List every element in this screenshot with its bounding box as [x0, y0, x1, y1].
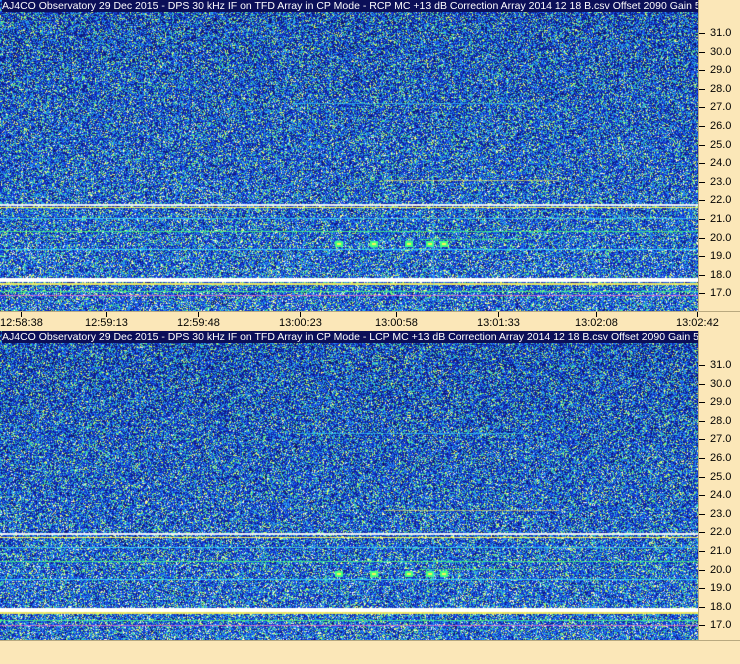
y-tick-label: 23.0: [710, 175, 732, 188]
y-tick: [699, 476, 705, 478]
lcp-title: AJ4CO Observatory 29 Dec 2015 - DPS 30 k…: [2, 331, 710, 343]
rcp-spectrogram[interactable]: AJ4CO Observatory 29 Dec 2015 - DPS 30 k…: [0, 0, 712, 311]
radio-spectrogram-app: AJ4CO Observatory 29 Dec 2015 - DPS 30 k…: [0, 0, 740, 664]
y-tick-label: 30.0: [710, 377, 732, 390]
y-tick: [699, 181, 705, 183]
y-tick-label: 22.0: [710, 526, 732, 539]
y-tick: [699, 420, 705, 422]
lcp-frequency-axis: 31.0 30.0 29.0 28.0 27.0 26.0 25.0 24.0 23.0 22.0…: [698, 331, 740, 640]
y-tick-label: 19.0: [710, 250, 732, 263]
y-tick: [699, 51, 705, 53]
y-tick: [699, 256, 705, 258]
y-tick: [699, 274, 705, 276]
y-tick: [699, 551, 705, 552]
y-tick: [699, 383, 705, 385]
y-tick-label: 18.0: [710, 600, 732, 613]
x-tick-label: 13:02:42: [676, 317, 719, 329]
y-tick: [699, 200, 705, 202]
y-tick-label: 18.0: [710, 268, 732, 281]
y-tick: [699, 107, 705, 109]
y-tick: [699, 532, 705, 534]
y-tick: [699, 402, 705, 404]
x-tick-label: 13:01:33: [477, 317, 520, 329]
x-tick-label: 13:00:23: [279, 317, 322, 329]
y-tick-label: 17.0: [710, 619, 732, 632]
y-tick-label: 31.0: [710, 359, 732, 371]
x-tick-label: 12:59:48: [177, 317, 220, 329]
y-tick-label: 24.0: [710, 489, 732, 502]
y-tick: [699, 569, 705, 571]
y-tick: [699, 588, 705, 590]
rcp-frequency-axis: 31.0 30.0 29.0 28.0 27.0 26.0 25.0 24.0 23.0 22.0…: [698, 0, 740, 311]
y-tick-label: 29.0: [710, 64, 732, 77]
y-tick: [699, 513, 705, 515]
y-tick-label: 28.0: [710, 82, 732, 95]
x-tick-label: 12:58:38: [0, 317, 43, 329]
y-tick-label: 26.0: [710, 452, 732, 464]
time-axis: 12:58:38 12:59:13 12:59:48 13:00:23 13:00:58…: [0, 311, 740, 332]
y-tick-label: 19.0: [710, 582, 732, 595]
rcp-title: AJ4CO Observatory 29 Dec 2015 - DPS 30 k…: [2, 0, 712, 12]
lcp-spectrogram-canvas: [0, 331, 698, 640]
y-tick-label: 20.0: [710, 231, 732, 244]
y-tick-label: 23.0: [710, 507, 732, 520]
y-tick-label: 21.0: [710, 545, 732, 557]
y-tick-label: 31.0: [710, 27, 732, 39]
x-tick-label: 13:00:58: [375, 317, 418, 329]
y-tick: [699, 495, 705, 497]
y-tick: [699, 458, 705, 459]
y-tick-label: 22.0: [710, 194, 732, 207]
y-tick-label: 25.0: [710, 138, 732, 151]
lcp-spectrogram-panel: AJ4CO Observatory 29 Dec 2015 - DPS 30 k…: [0, 331, 740, 640]
rcp-spectrogram-panel: AJ4CO Observatory 29 Dec 2015 - DPS 30 k…: [0, 0, 740, 311]
y-tick: [699, 293, 705, 295]
y-tick: [699, 70, 705, 72]
y-tick: [699, 126, 705, 127]
y-tick: [699, 88, 705, 90]
bottom-margin-strip: [0, 640, 740, 664]
y-tick-label: 28.0: [710, 414, 732, 427]
rcp-spectrogram-canvas: [0, 0, 698, 311]
x-tick-label: 12:59:13: [85, 317, 128, 329]
y-tick: [699, 219, 705, 220]
y-tick: [699, 33, 705, 34]
y-tick: [699, 163, 705, 165]
y-tick-label: 26.0: [710, 120, 732, 132]
y-tick: [699, 625, 705, 627]
y-tick-label: 29.0: [710, 396, 732, 409]
y-tick: [699, 365, 705, 366]
y-tick-label: 24.0: [710, 157, 732, 170]
x-tick-label: 13:02:08: [575, 317, 618, 329]
y-tick: [699, 237, 705, 239]
y-tick-label: 17.0: [710, 287, 732, 300]
y-tick-label: 21.0: [710, 213, 732, 225]
lcp-spectrogram[interactable]: AJ4CO Observatory 29 Dec 2015 - DPS 30 k…: [0, 331, 710, 640]
y-tick-label: 27.0: [710, 433, 732, 446]
y-tick-label: 30.0: [710, 45, 732, 58]
y-tick-label: 25.0: [710, 470, 732, 483]
y-tick: [699, 606, 705, 608]
y-tick-label: 27.0: [710, 101, 732, 114]
y-tick: [699, 144, 705, 146]
y-tick-label: 20.0: [710, 563, 732, 576]
y-tick: [699, 439, 705, 441]
